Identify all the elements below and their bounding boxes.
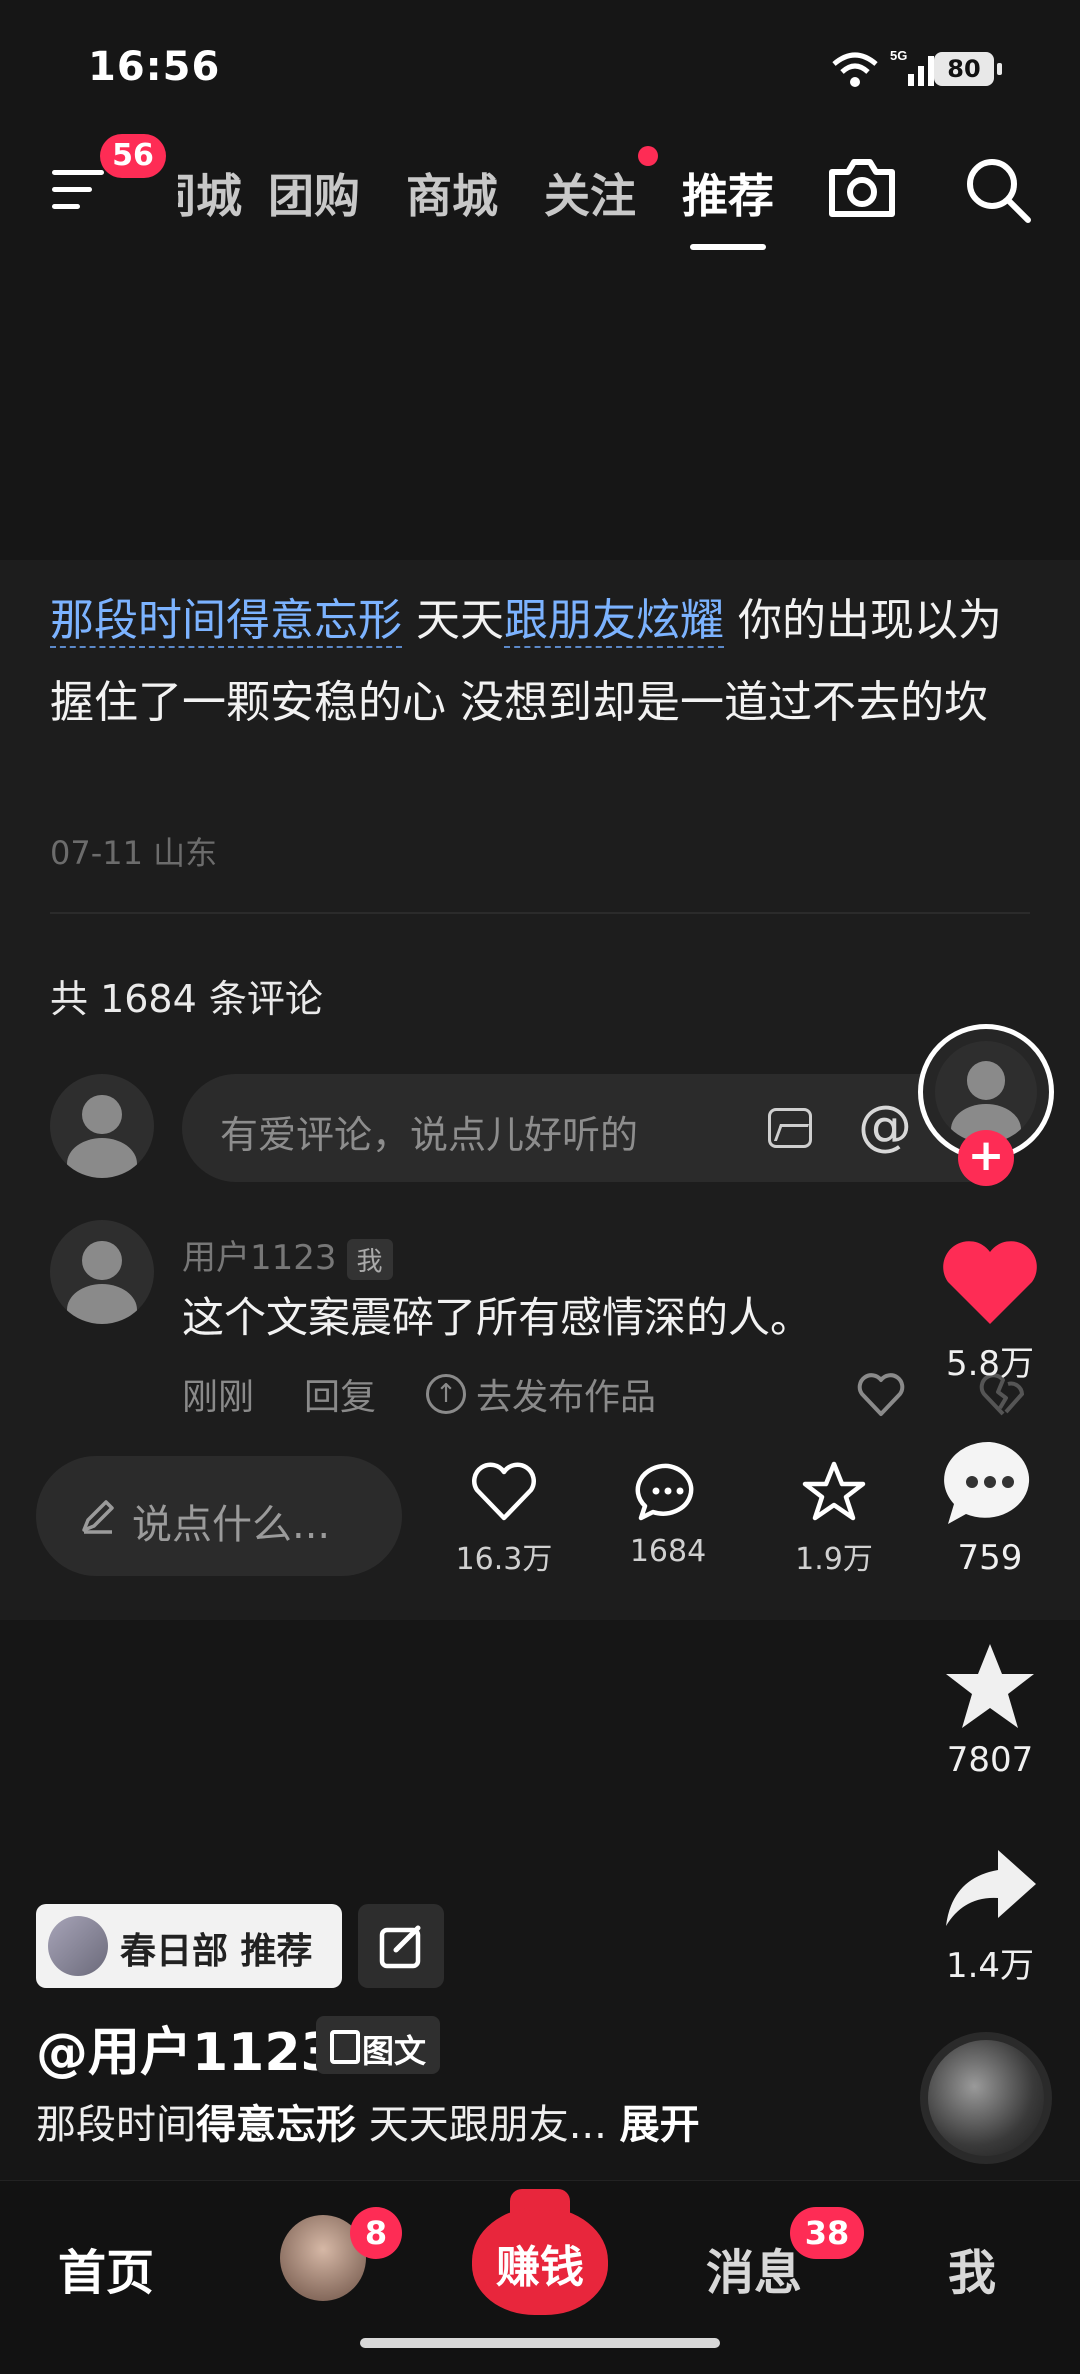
caption-text-1: 天天	[402, 595, 504, 646]
comment-like-icon[interactable]	[856, 1372, 906, 1418]
publish-label: 去发布作品	[476, 1377, 657, 1418]
panel-comment-button[interactable]: 1684	[598, 1460, 738, 1569]
signal-icons: 5G	[830, 48, 940, 88]
chip-label: 春日部 推荐	[120, 1931, 313, 1972]
like-button[interactable]: 5.8万	[920, 1236, 1060, 1385]
music-disc[interactable]	[920, 2032, 1052, 2164]
camera-icon[interactable]	[826, 156, 898, 220]
battery-indicator: 80	[934, 52, 1002, 86]
say-something-input[interactable]: 说点什么...	[36, 1456, 402, 1576]
panel-comment-count: 1684	[629, 1534, 707, 1569]
share-count: 1.4万	[945, 1946, 1035, 1986]
expand-link[interactable]: 展开	[620, 2102, 700, 2148]
tab-following[interactable]: 关注	[544, 160, 636, 226]
caption-hashtag-1[interactable]: 那段时间得意忘形	[50, 595, 402, 648]
post-caption: 那段时间得意忘形 天天跟朋友炫耀 你的出现以为握住了一颗安稳的心 没想到却是一道…	[50, 580, 1040, 744]
heart-outline-icon	[472, 1462, 536, 1521]
comment-count-title: 共 1684 条评论	[50, 977, 323, 1021]
status-bar: 16:56 5G 80	[0, 0, 1080, 130]
my-avatar	[50, 1074, 154, 1178]
caption-hashtag-2[interactable]: 跟朋友炫耀	[504, 595, 724, 648]
heart-icon	[943, 1241, 1037, 1324]
menu-badge: 56	[100, 134, 166, 178]
commenter-avatar[interactable]	[50, 1220, 154, 1324]
follow-button[interactable]: +	[958, 1130, 1014, 1186]
panel-like-button[interactable]: 16.3万	[434, 1460, 574, 1578]
nav-me[interactable]: 我	[948, 2233, 996, 2303]
star-icon	[946, 1644, 1034, 1728]
panel-fav-count: 1.9万	[795, 1542, 873, 1577]
comment-button[interactable]: 759	[920, 1438, 1060, 1578]
comment-bubble-icon	[635, 1463, 694, 1521]
nav-home[interactable]: 首页	[58, 2233, 154, 2303]
recommend-chip[interactable]: 春日部 推荐	[36, 1904, 342, 1988]
desc-bold: 得意忘形	[196, 2102, 356, 2148]
comment-count: 759	[957, 1538, 1023, 1578]
wifi-icon	[832, 52, 878, 87]
post-type-badge: 图文	[316, 2016, 441, 2074]
mention-icon[interactable]: @	[858, 1094, 912, 1157]
tab-local[interactable]: 同城	[178, 160, 242, 226]
me-tag: 我	[346, 1239, 393, 1280]
home-indicator	[360, 2338, 720, 2348]
divider	[50, 912, 1030, 914]
nav-messages[interactable]: 消息	[706, 2233, 802, 2303]
edit-icon	[379, 1925, 421, 1969]
comment-input-placeholder: 有爱评论，说点儿好听的	[220, 1113, 639, 1157]
comment-time: 刚刚	[182, 1377, 255, 1418]
friend-badge: 8	[350, 2207, 402, 2259]
svg-text:5G: 5G	[890, 48, 907, 63]
image-icon[interactable]	[768, 1108, 812, 1148]
comment-icon	[944, 1441, 1030, 1524]
comment-user[interactable]: 用户1123 我	[182, 1230, 393, 1280]
comment-username[interactable]: 用户1123	[182, 1238, 337, 1278]
tab-group-buy[interactable]: 团购	[268, 160, 360, 226]
share-button[interactable]: 1.4万	[920, 1846, 1060, 1987]
tab-recommend[interactable]: 推荐	[682, 160, 774, 250]
messages-badge: 38	[790, 2207, 864, 2259]
post-date-location: 07-11 山东	[50, 834, 218, 872]
nav-earn-button[interactable]: 赚钱	[472, 2189, 608, 2315]
cell-signal-icon: 5G	[890, 48, 934, 86]
reply-button[interactable]: 回复	[304, 1368, 376, 1420]
star-count: 7807	[946, 1740, 1034, 1780]
desc-rest: 天天跟朋友...	[356, 2102, 620, 2148]
panel-favorite-button[interactable]: 1.9万	[764, 1460, 904, 1578]
desc-plain: 那段时间	[36, 2102, 196, 2148]
author-name[interactable]: @用户1123	[36, 2010, 337, 2085]
edit-button[interactable]	[358, 1904, 444, 1988]
share-icon	[946, 1850, 1036, 1926]
star-outline-icon	[802, 1461, 866, 1521]
upload-icon: ↑	[426, 1374, 467, 1414]
comment-actions: 刚刚 回复 ↑ 去发布作品	[182, 1368, 656, 1420]
post-description[interactable]: 那段时间得意忘形 天天跟朋友... 展开	[36, 2092, 700, 2150]
menu-icon[interactable]	[52, 170, 104, 214]
like-count: 5.8万	[945, 1344, 1035, 1384]
tab-mall[interactable]: 商城	[406, 160, 498, 226]
pen-icon	[82, 1500, 114, 1534]
panel-like-count: 16.3万	[455, 1542, 553, 1577]
say-placeholder: 说点什么...	[132, 1502, 331, 1548]
publish-button[interactable]: ↑ 去发布作品	[426, 1368, 656, 1420]
author-avatar-image	[935, 1041, 1037, 1143]
search-icon[interactable]	[962, 154, 1034, 226]
comment-text: 这个文案震碎了所有感情深的人。	[182, 1293, 813, 1342]
earn-label: 赚钱	[496, 2242, 584, 2293]
comment-input[interactable]: 有爱评论，说点儿好听的 @	[182, 1074, 1022, 1182]
top-nav: 56 同城 团购 商城 关注 推荐	[0, 130, 1080, 250]
status-time: 16:56	[88, 44, 221, 90]
panel-action-bar: 说点什么... 16.3万 1684 1.9万	[0, 1440, 1080, 1620]
favorite-button[interactable]: 7807	[920, 1640, 1060, 1780]
chip-avatar	[48, 1916, 108, 1976]
following-dot	[638, 146, 658, 166]
